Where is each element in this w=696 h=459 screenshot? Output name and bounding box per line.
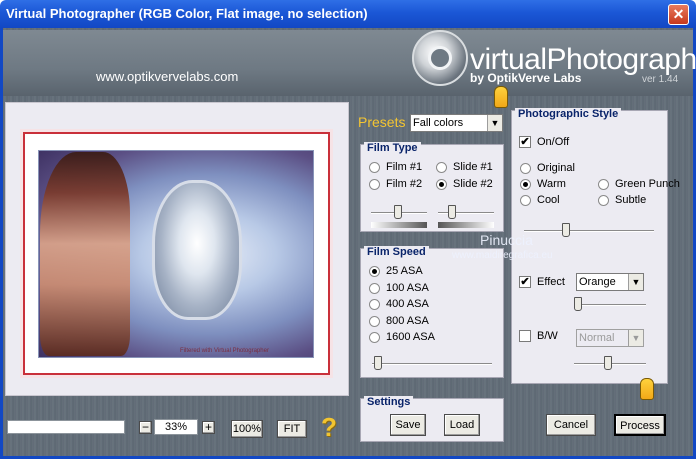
- effect-slider-track: [574, 304, 646, 306]
- film-type-gradient-b: [438, 222, 494, 228]
- process-button[interactable]: Process: [614, 414, 666, 436]
- effect-label: Effect: [537, 276, 565, 288]
- close-button[interactable]: ✕: [668, 4, 689, 25]
- asa-400-label: 400 ASA: [386, 298, 429, 310]
- radio-25-asa[interactable]: [369, 266, 380, 277]
- radio-slide-1[interactable]: [436, 162, 447, 173]
- watermark-name: Pinuccia: [480, 232, 533, 248]
- asa-1600-label: 1600 ASA: [386, 331, 435, 343]
- radio-cool[interactable]: [520, 195, 531, 206]
- watermark-site: www.maidiregrafica.eu: [452, 250, 553, 261]
- effect-slider-thumb[interactable]: [574, 297, 582, 311]
- style-slider-track: [524, 230, 654, 232]
- asa-25-label: 25 ASA: [386, 265, 423, 277]
- brand-byline: by OptikVerve Labs: [470, 71, 582, 85]
- radio-400-asa[interactable]: [369, 299, 380, 310]
- cool-label: Cool: [537, 194, 560, 206]
- radio-film-2[interactable]: [369, 179, 380, 190]
- film-type-slider-b-track: [438, 212, 494, 214]
- film-speed-slider-track: [372, 363, 492, 365]
- chevron-down-icon[interactable]: ▼: [628, 274, 643, 290]
- film-speed-slider-thumb[interactable]: [374, 356, 382, 370]
- preview-image-figure: [40, 152, 130, 356]
- radio-green-punch[interactable]: [598, 179, 609, 190]
- radio-film-1[interactable]: [369, 162, 380, 173]
- asa-800-label: 800 ASA: [386, 315, 429, 327]
- film-speed-legend: Film Speed: [364, 246, 429, 258]
- film-type-slider-b-thumb[interactable]: [448, 205, 456, 219]
- bw-slider-thumb[interactable]: [604, 356, 612, 370]
- radio-1600-asa[interactable]: [369, 332, 380, 343]
- pointer-hand-icon: [494, 86, 508, 108]
- style-slider-thumb[interactable]: [562, 223, 570, 237]
- radio-slide-2[interactable]: [436, 179, 447, 190]
- version-label: ver 1.44: [642, 74, 679, 85]
- zoom-in-button[interactable]: +: [202, 421, 215, 434]
- bw-checkbox[interactable]: [519, 330, 531, 342]
- cancel-button[interactable]: Cancel: [546, 414, 596, 436]
- film-type-slider-a-thumb[interactable]: [394, 205, 402, 219]
- warm-label: Warm: [537, 178, 566, 190]
- zoom-out-button[interactable]: −: [139, 421, 152, 434]
- presets-label: Presets: [358, 114, 406, 130]
- green-punch-label: Green Punch: [615, 178, 680, 190]
- slide-1-label: Slide #1: [453, 161, 493, 173]
- film-type-gradient-a: [371, 222, 427, 228]
- presets-dropdown[interactable]: Fall colors ▼: [410, 114, 503, 132]
- bw-dropdown[interactable]: Normal ▼: [576, 329, 644, 347]
- chevron-down-icon[interactable]: ▼: [487, 115, 502, 131]
- radio-100-asa[interactable]: [369, 283, 380, 294]
- photographic-style-legend: Photographic Style: [515, 108, 622, 120]
- bw-selected: Normal: [579, 332, 615, 344]
- presets-selected: Fall colors: [413, 117, 464, 129]
- zoom-100-button[interactable]: 100%: [231, 420, 263, 438]
- help-icon[interactable]: ?: [321, 412, 337, 443]
- bw-label: B/W: [537, 330, 558, 342]
- window-title: Virtual Photographer (RGB Color, Flat im…: [6, 6, 368, 21]
- logo-inner: [428, 46, 452, 70]
- radio-original[interactable]: [520, 163, 531, 174]
- effect-dropdown[interactable]: Orange ▼: [576, 273, 644, 291]
- subtle-label: Subtle: [615, 194, 647, 206]
- effect-selected: Orange: [579, 276, 616, 288]
- settings-legend: Settings: [364, 396, 414, 408]
- radio-warm[interactable]: [520, 179, 531, 190]
- radio-subtle[interactable]: [598, 195, 609, 206]
- progress-bar: [7, 420, 125, 434]
- save-button[interactable]: Save: [390, 414, 426, 436]
- website-label: www.optikvervelabs.com: [96, 69, 239, 84]
- effect-checkbox[interactable]: ✔: [519, 276, 531, 288]
- radio-800-asa[interactable]: [369, 316, 380, 327]
- preview-caption: Filtered with Virtual Photographer: [180, 348, 269, 354]
- zoom-fit-button[interactable]: FIT: [277, 420, 307, 438]
- film-1-label: Film #1: [386, 161, 423, 173]
- load-button[interactable]: Load: [444, 414, 480, 436]
- chevron-down-icon[interactable]: ▼: [628, 330, 643, 346]
- onoff-checkbox[interactable]: ✔: [519, 136, 531, 148]
- zoom-value: 33%: [154, 419, 198, 435]
- slide-2-label: Slide #2: [453, 178, 493, 190]
- onoff-label: On/Off: [537, 136, 570, 148]
- asa-100-label: 100 ASA: [386, 282, 429, 294]
- pointer-hand-icon: [640, 378, 654, 400]
- original-label: Original: [537, 162, 575, 174]
- preview-image-center: [152, 180, 242, 320]
- film-2-label: Film #2: [386, 178, 423, 190]
- film-type-legend: Film Type: [364, 142, 421, 154]
